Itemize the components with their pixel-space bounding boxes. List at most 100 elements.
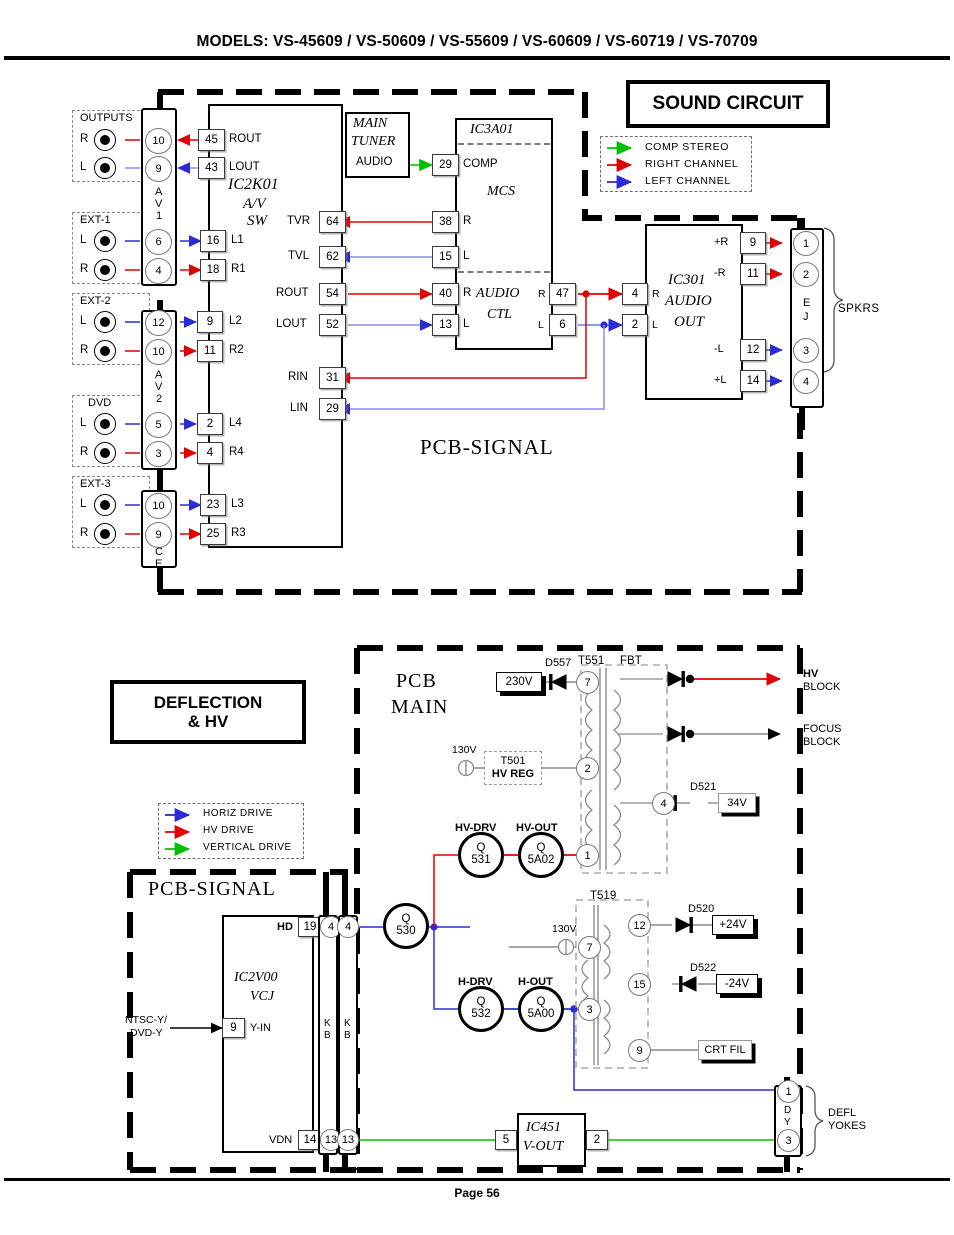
t519-pin-7[interactable]: 7 (578, 936, 601, 959)
main-tuner-line2: TUNER (351, 134, 396, 149)
connector-dy-stack-1: Y (784, 1117, 791, 1128)
ic3a01-pinlabel-comp: COMP (463, 158, 498, 170)
voltage-label-130v-t519: 130V (552, 923, 577, 935)
jack-ext3-r[interactable] (94, 523, 116, 545)
t501-name: T501 (500, 754, 526, 767)
connector-ce-pin-1[interactable]: 9 (145, 522, 172, 548)
jack-ext1-l[interactable] (94, 230, 116, 252)
ic2k01-pin-64[interactable]: 64 (319, 211, 346, 233)
voltage-box-crt-fil: CRT FIL (698, 1040, 752, 1060)
jack-ext2-r[interactable] (94, 340, 116, 362)
jack-ext1-ch-0: L (80, 234, 87, 246)
jack-ext3-l[interactable] (94, 494, 116, 516)
t551-pin-2[interactable]: 2 (576, 757, 599, 780)
ic301-pin-4[interactable]: 4 (622, 283, 648, 305)
ic301-pin-9[interactable]: 9 (740, 232, 766, 254)
ic2k01-pin-11[interactable]: 11 (197, 340, 223, 362)
ic301-pin-12[interactable]: 12 (740, 339, 766, 361)
ic451-pin-5[interactable]: 5 (495, 1130, 517, 1150)
connector-av1-pin-0[interactable]: 10 (145, 128, 172, 154)
ic451-pin-2[interactable]: 2 (586, 1130, 608, 1150)
connector-ce-pin-0[interactable]: 10 (145, 493, 172, 519)
connector-dy-pin-1[interactable]: 1 (777, 1080, 800, 1103)
transistor-q530: Q 530 (383, 903, 429, 949)
t551-pin-4[interactable]: 4 (652, 792, 675, 815)
ic3a01-pin-40[interactable]: 40 (432, 283, 459, 305)
voltage-box-plus24v: +24V (712, 915, 754, 935)
connector-av1-pin-1[interactable]: 9 (145, 156, 172, 182)
ic3a01-pin-6[interactable]: 6 (549, 314, 576, 336)
jack-group-dvd-label: DVD (86, 397, 114, 409)
connector-av2-pin-1[interactable]: 10 (145, 339, 172, 365)
connector-ej-pin-3[interactable]: 4 (793, 369, 819, 394)
ic2k01-pin-4[interactable]: 4 (197, 442, 223, 464)
ic3a01-pinlabel-r-ctl: R (463, 287, 472, 299)
ic2v00-pin-9[interactable]: 9 (222, 1018, 245, 1038)
ic3a01-pin-13[interactable]: 13 (432, 314, 459, 336)
ic3a01-outlabel-l: L (538, 319, 544, 331)
ic3a01-pin-15[interactable]: 15 (432, 246, 459, 268)
jack-group-ext1-label: EXT-1 (78, 214, 113, 226)
t551-pin-7[interactable]: 7 (576, 671, 599, 694)
ic2k01-pin-43[interactable]: 43 (198, 157, 225, 179)
ic3a01-pin-47[interactable]: 47 (549, 283, 576, 305)
jack-ext2-ch-0: L (80, 315, 87, 327)
t519-pin-3[interactable]: 3 (578, 998, 601, 1021)
deflection-legend-label-1: HV DRIVE (203, 825, 255, 836)
connector-av2-pin-2[interactable]: 5 (145, 412, 172, 438)
connector-av1-stack-1: V (155, 198, 163, 210)
ic2k01-pin-29[interactable]: 29 (319, 398, 346, 420)
ic301-pin-11[interactable]: 11 (740, 263, 766, 285)
jack-outputs-l[interactable] (94, 157, 116, 179)
t551-pin-1[interactable]: 1 (576, 844, 599, 867)
jack-ext1-ch-1: R (80, 263, 89, 275)
ic2k01-pin-9[interactable]: 9 (197, 311, 223, 333)
connector-ej-pin-0[interactable]: 1 (793, 231, 819, 256)
jack-ext1-r[interactable] (94, 259, 116, 281)
connector-kb-2-pin-4[interactable]: 4 (337, 916, 359, 938)
focus-block-label-1: FOCUS (803, 723, 842, 735)
t519-pin-9[interactable]: 9 (628, 1039, 651, 1062)
ic301-pin-14[interactable]: 14 (740, 370, 766, 392)
ic2k01-pin-18[interactable]: 18 (200, 259, 226, 281)
connector-dy-stack-0: D (784, 1105, 792, 1116)
ic2k01-rlabel-rin: RIN (288, 371, 308, 383)
ic2k01-pin-23[interactable]: 23 (200, 494, 226, 516)
t501-hv-reg: T501 HV REG (484, 751, 542, 785)
connector-dy-pin-3[interactable]: 3 (777, 1129, 800, 1152)
ic2k01-pin-25[interactable]: 25 (200, 523, 226, 545)
t519-pin-12[interactable]: 12 (628, 914, 651, 937)
connector-ej-pin-2[interactable]: 3 (793, 338, 819, 363)
connector-av2-pin-0[interactable]: 12 (145, 310, 172, 336)
ic2k01-pin-45[interactable]: 45 (198, 129, 225, 151)
ic2k01-pin-54[interactable]: 54 (319, 283, 346, 305)
page-footer: Page 56 (454, 1186, 500, 1200)
connector-av1-pin-3[interactable]: 4 (145, 258, 172, 284)
connector-av2-pin-3[interactable]: 3 (145, 441, 172, 467)
transistor-q5a00: Q 5A00 (518, 986, 564, 1032)
jack-dvd-l[interactable] (94, 413, 116, 435)
ic2k01-pin-2[interactable]: 2 (197, 413, 223, 435)
jack-outputs-r[interactable] (94, 129, 116, 151)
ic301-pin-2[interactable]: 2 (622, 314, 648, 336)
ic2k01-pin-16[interactable]: 16 (200, 230, 226, 252)
jack-ext3-ch-1: R (80, 527, 89, 539)
pcb-signal-label-lower: PCB-SIGNAL (148, 878, 276, 900)
ic3a01-pinlabel-l-ctl: L (463, 318, 470, 330)
connector-ej-stack-1: J (803, 311, 809, 323)
connector-kb-2-pin-13[interactable]: 13 (337, 1129, 359, 1151)
ic2k01-pin-62[interactable]: 62 (319, 246, 346, 268)
connector-av1-pin-2[interactable]: 6 (145, 229, 172, 255)
ic2k01-pin-31[interactable]: 31 (319, 367, 346, 389)
ic301-outlabel-mr: -R (714, 267, 726, 279)
transistor-q531-num: 531 (471, 854, 491, 866)
jack-ext2-l[interactable] (94, 311, 116, 333)
voltage-box-34v: 34V (718, 793, 756, 813)
connector-ej-pin-1[interactable]: 2 (793, 262, 819, 287)
ic2k01-pin-52[interactable]: 52 (319, 314, 346, 336)
jack-dvd-r[interactable] (94, 442, 116, 464)
ic3a01-pin-38[interactable]: 38 (432, 211, 459, 233)
ic3a01-pin-29[interactable]: 29 (432, 154, 459, 176)
jack-group-outputs-label: OUTPUTS (78, 112, 135, 124)
t519-pin-15[interactable]: 15 (628, 973, 651, 996)
